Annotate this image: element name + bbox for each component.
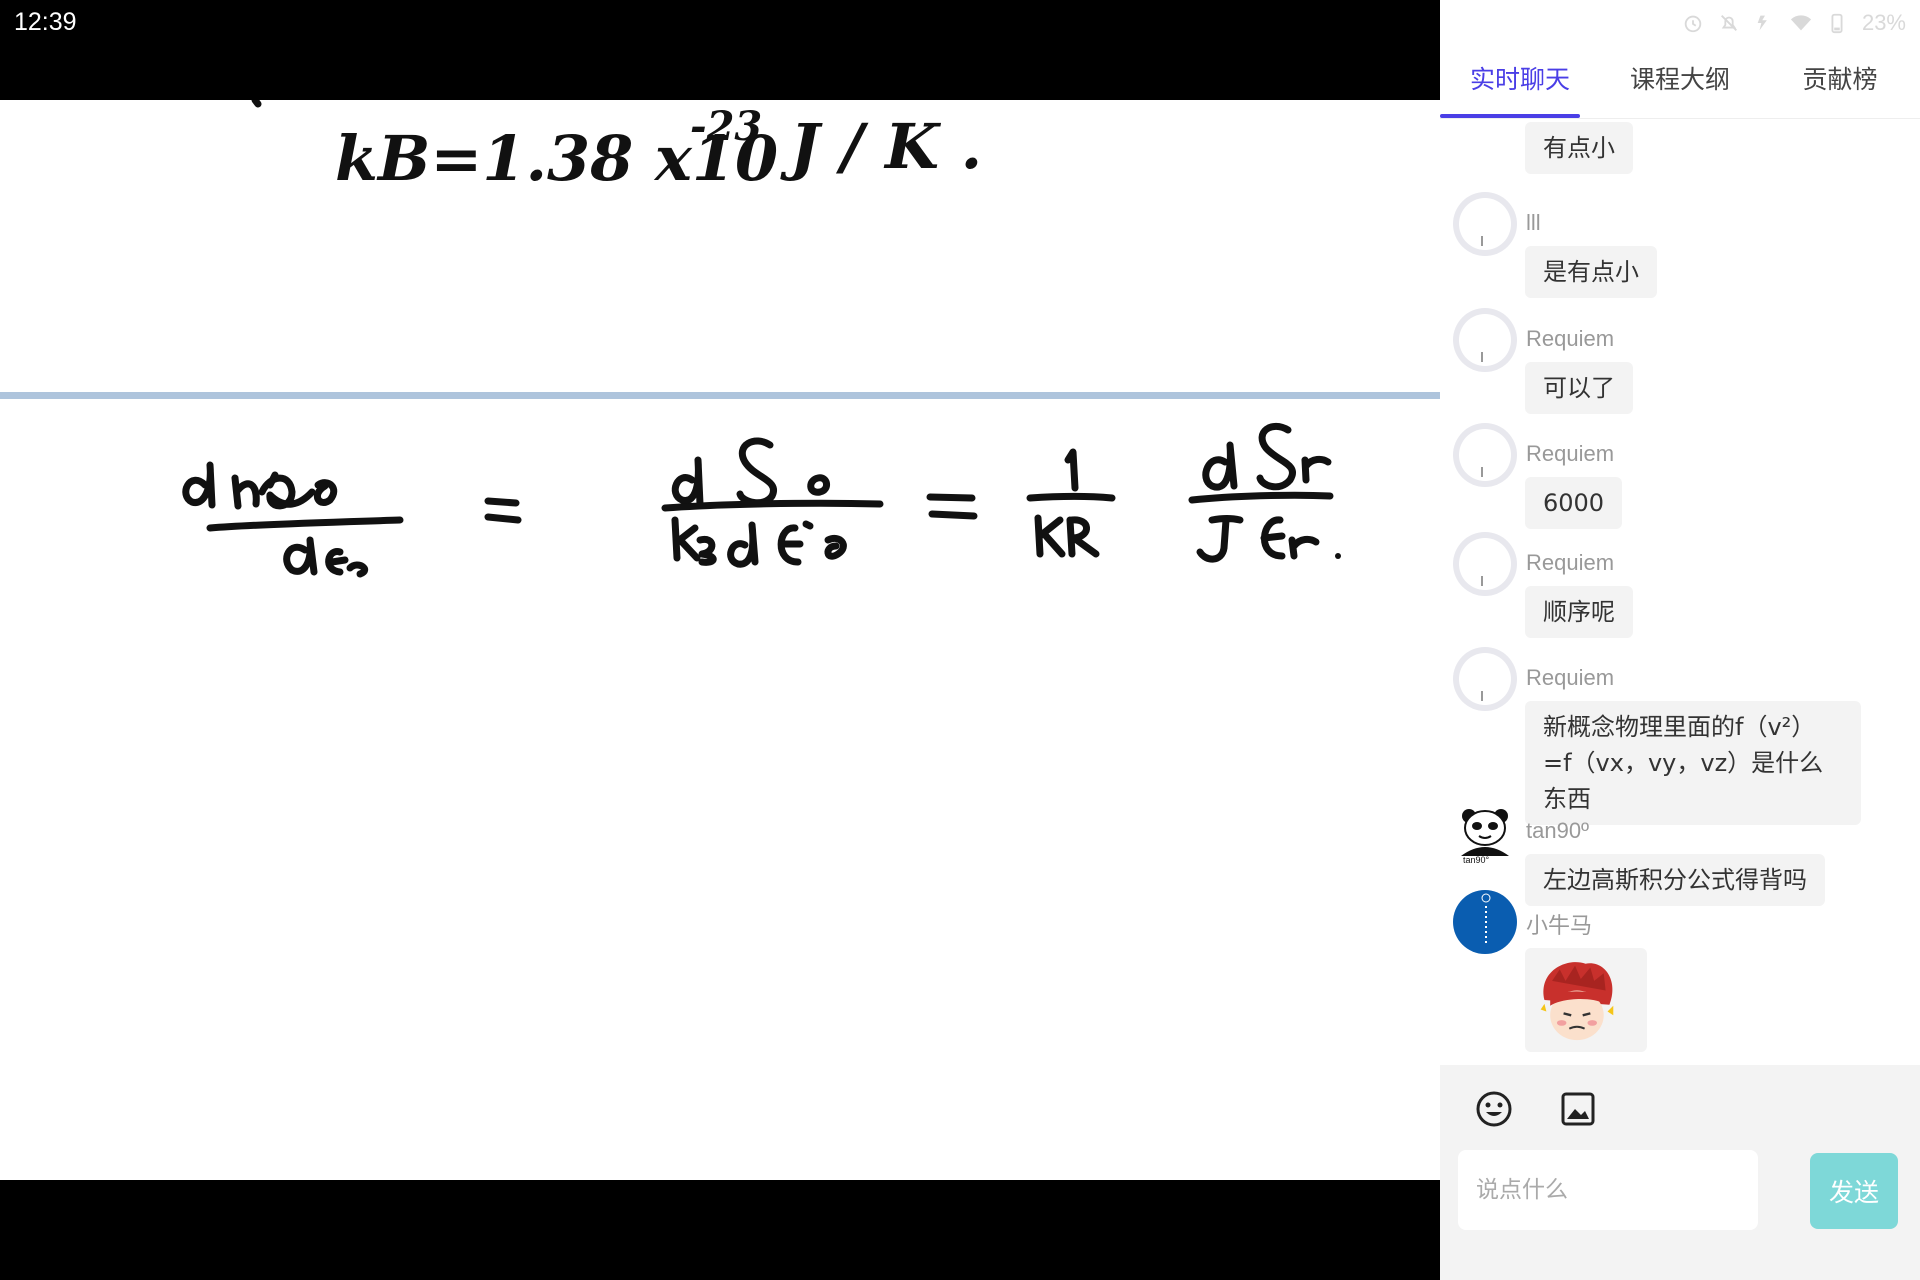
- chat-input[interactable]: [1458, 1150, 1758, 1230]
- tab-contribution-board[interactable]: 贡献榜: [1760, 52, 1920, 118]
- mute-icon: [1720, 15, 1737, 31]
- board-line1-exp: -23: [690, 103, 762, 150]
- avatar[interactable]: [1453, 308, 1517, 372]
- message-bubble: 新概念物理里面的f（v²）=f（vx，vy，vz）是什么东西: [1525, 701, 1861, 825]
- status-time: 12:39: [14, 8, 77, 36]
- sticker-bubble[interactable]: [1525, 948, 1647, 1052]
- avatar[interactable]: [1453, 647, 1517, 711]
- whiteboard: kB=1.38 x10 -23 J / K .: [0, 100, 1440, 1180]
- avatar[interactable]: [1453, 192, 1517, 256]
- username[interactable]: 小牛马: [1526, 908, 1592, 940]
- emoji-icon[interactable]: [1474, 1089, 1514, 1129]
- handwriting-canvas: kB=1.38 x10 -23 J / K .: [0, 100, 1440, 578]
- message-bubble: 6000: [1525, 477, 1623, 529]
- equals-1: [484, 497, 522, 524]
- status-icons: 23%: [1682, 10, 1906, 36]
- avatar[interactable]: [1453, 890, 1517, 954]
- equation-fraction-4: [1188, 422, 1341, 563]
- avatar[interactable]: [1453, 423, 1517, 487]
- username[interactable]: lll: [1526, 210, 1541, 236]
- school-logo-icon: [1455, 892, 1515, 952]
- panel-tabs: 实时聊天 课程大纲 贡献榜: [1440, 52, 1920, 119]
- board-divider: [0, 392, 1440, 399]
- video-player[interactable]: 12:39 kB=1.38 x10 -23 J / K .: [0, 0, 1440, 1280]
- message-bubble: 左边高斯积分公式得背吗: [1525, 854, 1825, 906]
- battery-percent: 23%: [1861, 10, 1906, 35]
- ink-mark: [251, 100, 262, 108]
- username[interactable]: Requiem: [1526, 665, 1614, 691]
- tab-course-outline[interactable]: 课程大纲: [1600, 52, 1760, 118]
- signal-icon: [1757, 15, 1767, 31]
- username[interactable]: Requiem: [1526, 550, 1614, 576]
- equals-2: [926, 493, 978, 520]
- chat-list[interactable]: 有点小 lll 是有点小 Requiem 可以了 Requiem 6000 Re…: [1440, 120, 1920, 1065]
- avatar[interactable]: [1453, 532, 1517, 596]
- chat-input-bar: 发送: [1440, 1065, 1920, 1280]
- image-icon[interactable]: [1558, 1089, 1598, 1129]
- tab-live-chat[interactable]: 实时聊天: [1440, 52, 1600, 118]
- message-bubble: 是有点小: [1525, 246, 1657, 298]
- cartoon-face-sticker-icon: [1540, 962, 1614, 1041]
- message-bubble: 可以了: [1525, 362, 1633, 414]
- board-line1-right: J / K .: [780, 110, 982, 183]
- avatar-caption: tan90°: [1463, 855, 1490, 865]
- send-button[interactable]: 发送: [1810, 1153, 1898, 1229]
- equation-fraction-2: [661, 437, 884, 568]
- equation-fraction-3: [1026, 448, 1116, 558]
- equation-fraction-1: [182, 461, 404, 578]
- message-bubble: 顺序呢: [1525, 586, 1633, 638]
- username[interactable]: Requiem: [1526, 441, 1614, 467]
- username[interactable]: Requiem: [1526, 326, 1614, 352]
- battery-icon: [1831, 13, 1843, 34]
- message-bubble: 有点小: [1525, 122, 1633, 174]
- avatar[interactable]: tan90°: [1453, 800, 1517, 865]
- username[interactable]: tan90º: [1526, 818, 1589, 844]
- side-panel: 23% 实时聊天 课程大纲 贡献榜 有点小 lll 是有点小 Requiem 可…: [1440, 0, 1920, 1280]
- alarm-icon: [1684, 15, 1702, 33]
- wifi-icon: [1790, 15, 1812, 31]
